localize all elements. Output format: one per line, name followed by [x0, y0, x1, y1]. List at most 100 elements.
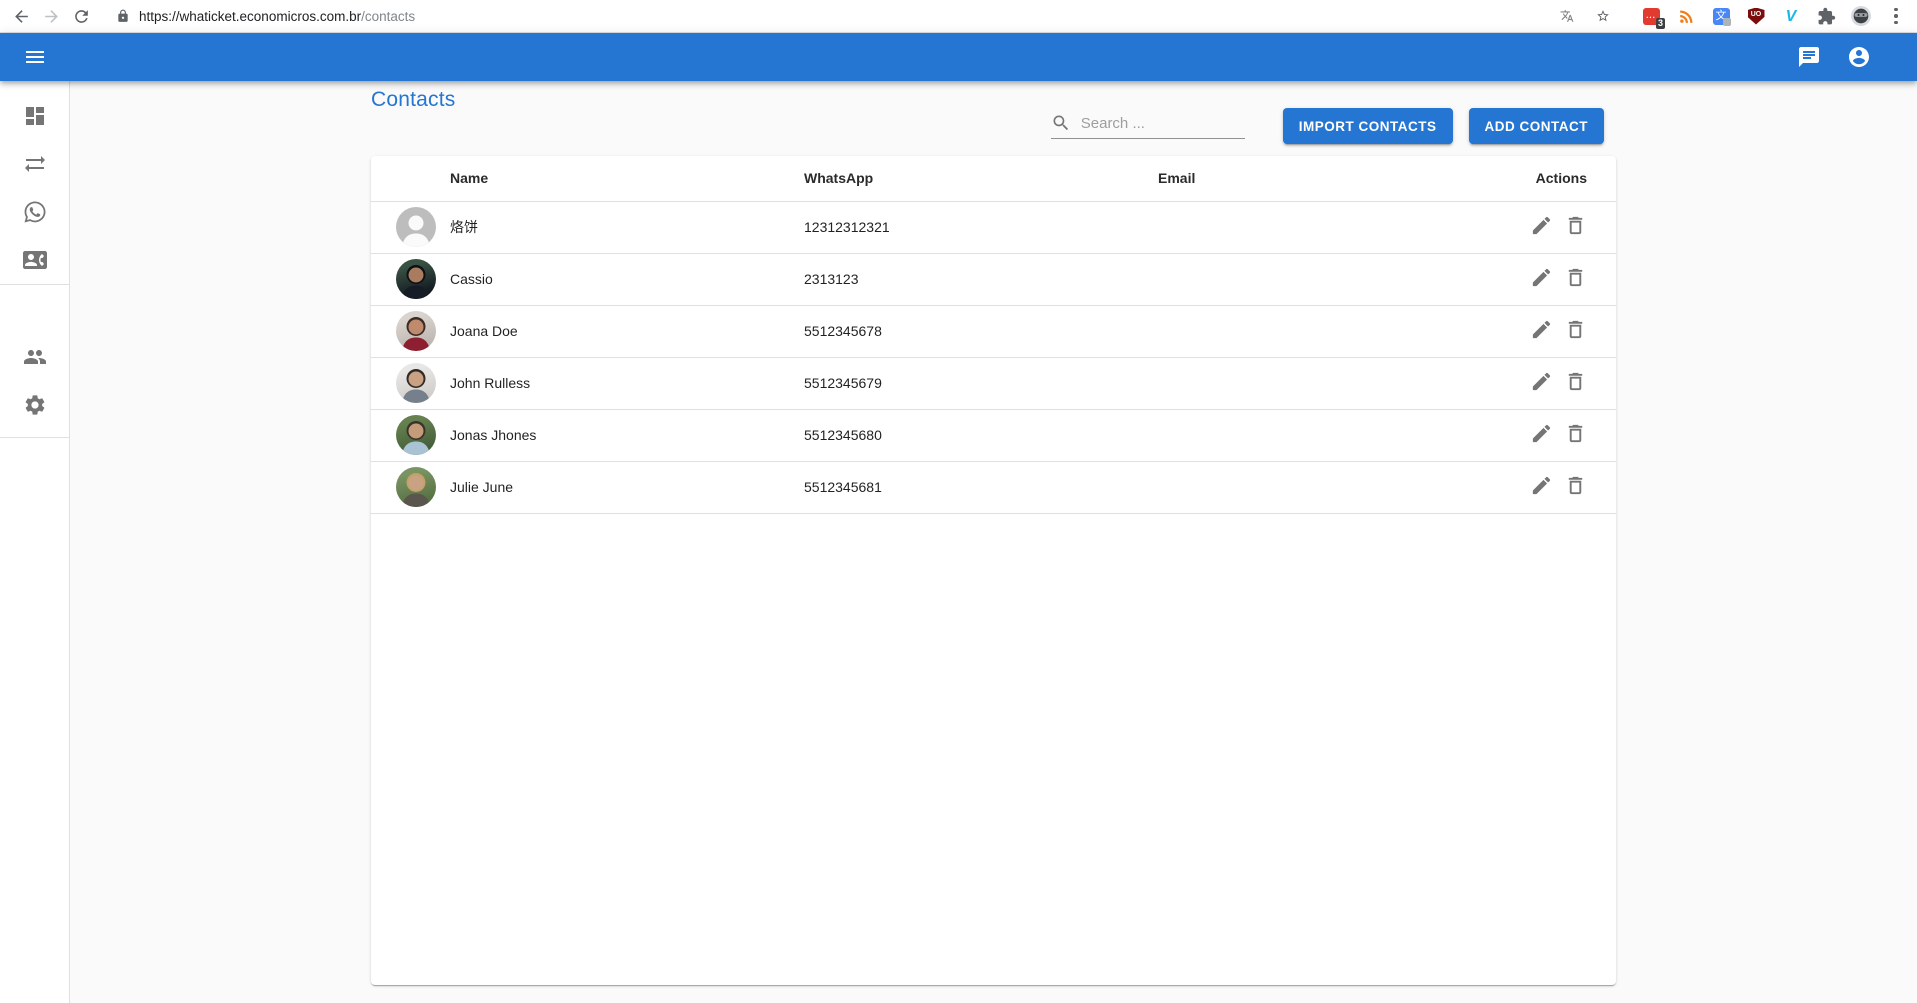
contact-email — [1158, 253, 1495, 305]
avatar-column-header — [371, 156, 450, 201]
contact-name: John Rulless — [450, 357, 804, 409]
contact-name: Jonas Jhones — [450, 409, 804, 461]
browser-forward-button[interactable] — [36, 1, 66, 31]
delete-contact-button[interactable] — [1564, 370, 1587, 396]
edit-contact-button[interactable] — [1530, 266, 1553, 292]
gear-icon — [23, 393, 47, 417]
sidebar-item-tickets[interactable] — [0, 188, 69, 236]
browser-profile-button[interactable] — [1850, 5, 1872, 27]
sidebar-divider — [0, 437, 69, 438]
padlock-icon — [116, 9, 130, 23]
edit-contact-button[interactable] — [1530, 370, 1553, 396]
search-input[interactable] — [1081, 115, 1231, 132]
reload-icon — [72, 7, 91, 26]
page-header: Contacts IMPORT CONTACTS ADD CONTACT — [371, 81, 1616, 144]
app-bar — [0, 33, 1917, 81]
chat-bubble-icon — [1797, 45, 1821, 69]
extensions-menu-button[interactable] — [1815, 5, 1837, 27]
browser-back-button[interactable] — [6, 1, 36, 31]
profile-avatar-ninja-icon — [1851, 6, 1871, 26]
main-content: Contacts IMPORT CONTACTS ADD CONTACT — [70, 81, 1917, 1003]
search-icon — [1051, 113, 1071, 133]
table-row: Julie June 5512345681 — [371, 461, 1616, 513]
pencil-icon — [1530, 318, 1553, 341]
vimeo-icon: V — [1786, 8, 1797, 25]
email-column-header: Email — [1158, 156, 1495, 201]
back-arrow-icon — [12, 7, 31, 26]
table-row: Joana Doe 5512345678 — [371, 305, 1616, 357]
avatar — [396, 415, 436, 455]
contact-email — [1158, 461, 1495, 513]
contact-email — [1158, 305, 1495, 357]
bookmark-star-button[interactable] — [1592, 5, 1614, 27]
sidebar-item-contacts[interactable] — [0, 236, 69, 284]
table-header-row: Name WhatsApp Email Actions — [371, 156, 1616, 201]
trash-icon — [1564, 318, 1587, 341]
contact-email — [1158, 201, 1495, 253]
edit-contact-button[interactable] — [1530, 318, 1553, 344]
messages-button[interactable] — [1785, 33, 1833, 81]
vimeo-extension-button[interactable]: V — [1780, 5, 1802, 27]
star-outline-icon — [1596, 9, 1610, 23]
browser-menu-button[interactable] — [1885, 5, 1907, 27]
app-bar-actions — [1785, 33, 1883, 81]
trash-icon — [1564, 214, 1587, 237]
url-domain: https://whaticket.economicros.com.br — [139, 9, 361, 24]
delete-contact-button[interactable] — [1564, 474, 1587, 500]
notifier-extension-button[interactable]: ... 3 — [1640, 5, 1662, 27]
people-icon — [23, 345, 47, 369]
contact-name: Julie June — [450, 461, 804, 513]
sync-alt-icon — [23, 152, 47, 176]
menu-toggle-button[interactable] — [11, 33, 59, 81]
puzzle-piece-icon — [1817, 7, 1836, 26]
browser-chrome: https://whaticket.economicros.com.br/con… — [0, 0, 1917, 33]
pencil-icon — [1530, 266, 1553, 289]
extension-toolbar: ... 3 文 UO V — [1640, 5, 1909, 27]
table-row: 烙饼 12312312321 — [371, 201, 1616, 253]
edit-contact-button[interactable] — [1530, 422, 1553, 448]
forward-arrow-icon — [42, 7, 61, 26]
ublock-shield-icon: UO — [1748, 8, 1765, 25]
trash-icon — [1564, 266, 1587, 289]
table-row: Cassio 2313123 — [371, 253, 1616, 305]
name-column-header: Name — [450, 156, 804, 201]
pencil-icon — [1530, 214, 1553, 237]
avatar — [396, 311, 436, 351]
import-contacts-button[interactable]: IMPORT CONTACTS — [1283, 108, 1453, 144]
browser-window: https://whaticket.economicros.com.br/con… — [0, 0, 1917, 1003]
edit-contact-button[interactable] — [1530, 214, 1553, 240]
sidebar-item-connections[interactable] — [0, 140, 69, 188]
contacts-card: Name WhatsApp Email Actions 烙饼 123123123… — [371, 156, 1616, 985]
delete-contact-button[interactable] — [1564, 318, 1587, 344]
pencil-icon — [1530, 422, 1553, 445]
account-menu-button[interactable] — [1835, 33, 1883, 81]
delete-contact-button[interactable] — [1564, 266, 1587, 292]
rss-extension-button[interactable] — [1675, 5, 1697, 27]
hamburger-menu-icon — [23, 45, 47, 69]
address-bar[interactable]: https://whaticket.economicros.com.br/con… — [106, 3, 1624, 29]
avatar — [396, 207, 436, 247]
delete-contact-button[interactable] — [1564, 422, 1587, 448]
ublock-origin-extension-button[interactable]: UO — [1745, 5, 1767, 27]
notifier-badge: 3 — [1656, 18, 1665, 29]
browser-reload-button[interactable] — [66, 1, 96, 31]
contacts-table: Name WhatsApp Email Actions 烙饼 123123123… — [371, 156, 1616, 514]
add-contact-button[interactable]: ADD CONTACT — [1469, 108, 1605, 144]
trash-icon — [1564, 370, 1587, 393]
translate-page-action-button[interactable] — [1556, 5, 1578, 27]
rss-icon — [1677, 7, 1696, 26]
dashboard-icon — [23, 104, 47, 128]
google-translate-extension-button[interactable]: 文 — [1710, 5, 1732, 27]
pencil-icon — [1530, 474, 1553, 497]
delete-contact-button[interactable] — [1564, 214, 1587, 240]
avatar — [396, 467, 436, 507]
sidebar-item-dashboard[interactable] — [0, 92, 69, 140]
trash-icon — [1564, 474, 1587, 497]
edit-contact-button[interactable] — [1530, 474, 1553, 500]
contact-name: Cassio — [450, 253, 804, 305]
sidebar-item-settings[interactable] — [0, 381, 69, 429]
sidebar-item-users[interactable] — [0, 333, 69, 381]
whatsapp-icon — [23, 200, 47, 224]
contact-name: 烙饼 — [450, 201, 804, 253]
contact-search — [1051, 113, 1245, 139]
